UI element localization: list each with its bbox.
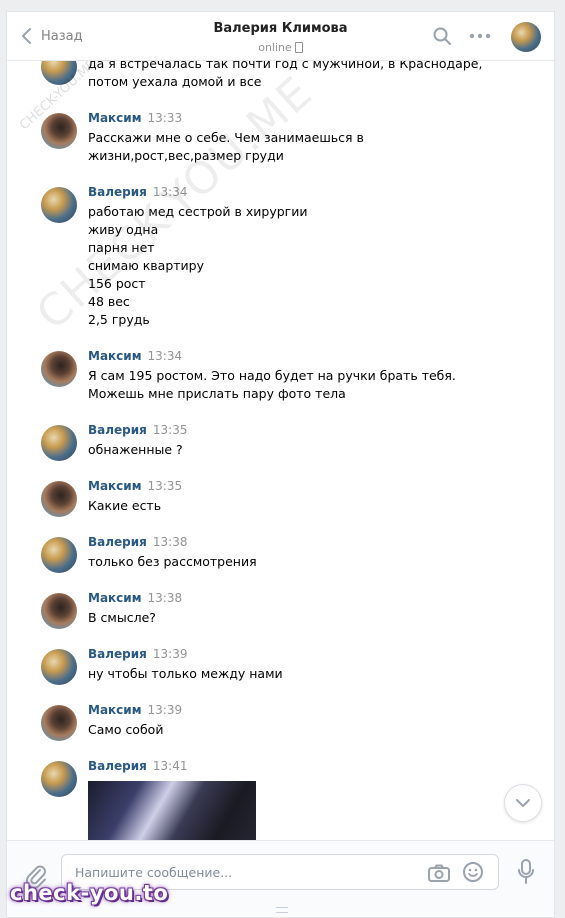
avatar[interactable] bbox=[41, 593, 77, 629]
message-time: 13:34 bbox=[147, 349, 183, 363]
message-composer bbox=[7, 840, 554, 917]
online-status: online bbox=[258, 41, 303, 54]
message-time: 13:39 bbox=[147, 703, 183, 717]
message-time: 13:38 bbox=[152, 535, 188, 549]
avatar[interactable] bbox=[41, 425, 77, 461]
message-text: В смысле? bbox=[88, 610, 156, 625]
message-time: 13:35 bbox=[152, 423, 188, 437]
message-meta: Максим 13:38 bbox=[88, 591, 182, 605]
resize-handle[interactable] bbox=[276, 907, 288, 913]
author-name[interactable]: Максим bbox=[88, 349, 142, 363]
message-text: Расскажи мне о себе. Чем занимаешься в ж… bbox=[88, 130, 364, 163]
message-time: 13:33 bbox=[147, 111, 183, 125]
author-name[interactable]: Максим bbox=[88, 479, 142, 493]
search-icon[interactable] bbox=[432, 26, 452, 46]
message-time: 13:34 bbox=[152, 185, 188, 199]
status-text: online bbox=[258, 41, 292, 54]
message-meta: Валерия 13:34 bbox=[88, 185, 187, 199]
contact-avatar[interactable] bbox=[511, 22, 541, 52]
scroll-down-button[interactable] bbox=[504, 784, 542, 822]
message-meta: Максим 13:34 bbox=[88, 349, 182, 363]
message-history: да я встречалась так почти год с мужчино… bbox=[7, 61, 554, 843]
avatar[interactable] bbox=[41, 537, 77, 573]
avatar[interactable] bbox=[41, 61, 77, 85]
author-name[interactable]: Максим bbox=[88, 111, 142, 125]
avatar[interactable] bbox=[41, 113, 77, 149]
avatar[interactable] bbox=[41, 705, 77, 741]
photo-attachment[interactable] bbox=[88, 781, 256, 843]
message-text: да я встречалась так почти год с мужчино… bbox=[88, 61, 483, 89]
author-name[interactable]: Максим bbox=[88, 591, 142, 605]
author-name[interactable]: Валерия bbox=[88, 647, 147, 661]
avatar[interactable] bbox=[41, 761, 77, 797]
message-text: только без рассмотрения bbox=[88, 554, 257, 569]
watermark-badge: check-you.to bbox=[10, 881, 169, 905]
message-meta: Максим 13:35 bbox=[88, 479, 182, 493]
avatar[interactable] bbox=[41, 649, 77, 685]
message-meta: Максим 13:33 bbox=[88, 111, 182, 125]
more-icon[interactable] bbox=[469, 33, 491, 39]
chat-header: Назад Валерия Климова online bbox=[7, 12, 554, 61]
message-time: 13:35 bbox=[147, 479, 183, 493]
message-meta: Валерия 13:38 bbox=[88, 535, 187, 549]
message-text: Я сам 195 ростом. Это надо будет на ручк… bbox=[88, 368, 456, 401]
avatar[interactable] bbox=[41, 481, 77, 517]
message-meta: Валерия 13:41 bbox=[88, 759, 187, 773]
phone-icon bbox=[294, 42, 303, 53]
avatar[interactable] bbox=[41, 351, 77, 387]
chevron-down-icon bbox=[516, 799, 530, 807]
message-meta: Максим 13:39 bbox=[88, 703, 182, 717]
author-name[interactable]: Валерия bbox=[88, 535, 147, 549]
message-time: 13:39 bbox=[152, 647, 188, 661]
message-meta: Валерия 13:35 bbox=[88, 423, 187, 437]
message-text: работаю мед сестрой в хирургии живу одна… bbox=[88, 204, 308, 327]
message-text: Какие есть bbox=[88, 498, 162, 513]
author-name[interactable]: Валерия bbox=[88, 759, 147, 773]
message-text: Само собой bbox=[88, 722, 164, 737]
camera-icon[interactable] bbox=[427, 863, 451, 883]
message-time: 13:41 bbox=[152, 759, 188, 773]
message-meta: Валерия 13:39 bbox=[88, 647, 187, 661]
microphone-icon[interactable] bbox=[517, 859, 535, 885]
author-name[interactable]: Максим bbox=[88, 703, 142, 717]
chat-window: Назад Валерия Климова online да я встреч… bbox=[6, 11, 555, 918]
smile-icon[interactable] bbox=[462, 861, 484, 883]
avatar[interactable] bbox=[41, 187, 77, 223]
message-text: обнаженные ? bbox=[88, 442, 183, 457]
author-name[interactable]: Валерия bbox=[88, 423, 147, 437]
author-name[interactable]: Валерия bbox=[88, 185, 147, 199]
message-text: ну чтобы только между нами bbox=[88, 666, 283, 681]
message-time: 13:38 bbox=[147, 591, 183, 605]
